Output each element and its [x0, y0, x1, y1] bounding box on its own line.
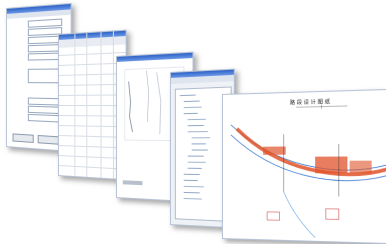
- ok-button[interactable]: [12, 133, 34, 143]
- map-drawing-window[interactable]: 路 段 设 计 图 纸: [222, 88, 386, 244]
- road-map: [223, 90, 386, 243]
- cancel-button[interactable]: [37, 134, 61, 145]
